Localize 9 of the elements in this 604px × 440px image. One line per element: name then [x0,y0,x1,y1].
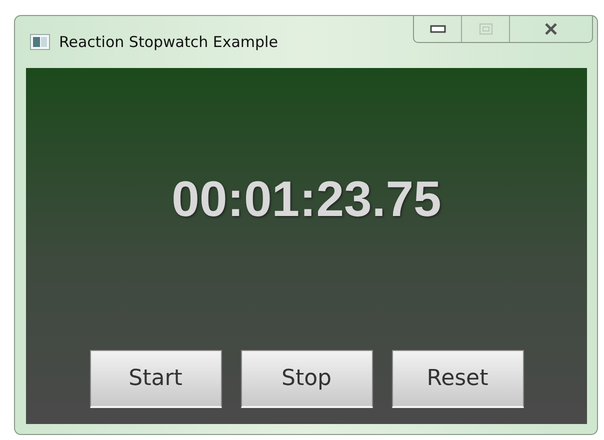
action-button[interactable]: Stop [240,350,372,408]
maximize-icon [478,23,492,35]
action-button[interactable]: Reset [392,350,524,408]
action-button[interactable]: Start [90,350,222,408]
time-display: 00:01:23.75 [172,170,442,228]
close-icon [544,23,558,35]
window-title: Reaction Stopwatch Example [59,33,279,51]
minimize-icon [430,24,446,34]
app-icon [30,34,50,50]
